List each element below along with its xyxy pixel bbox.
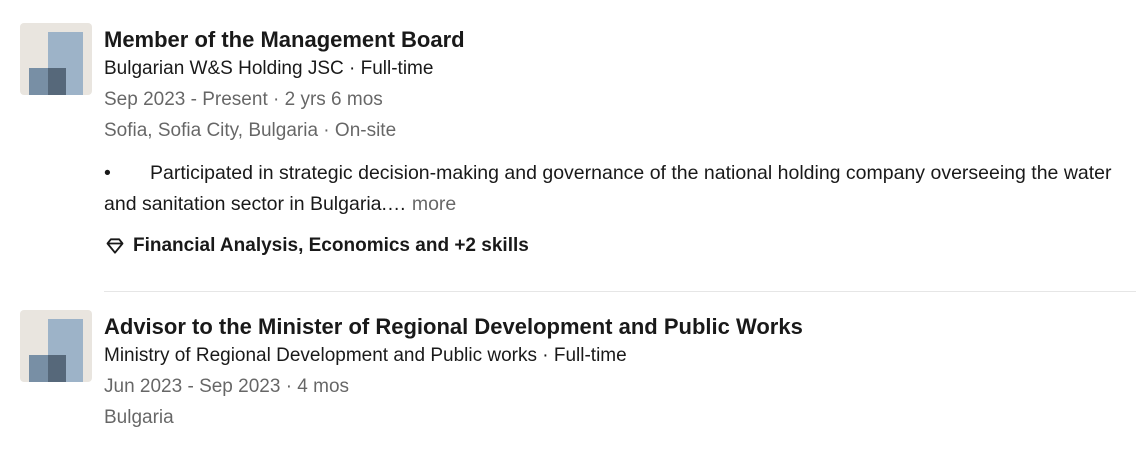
divider: [104, 291, 1136, 292]
diamond-icon: [106, 238, 124, 254]
see-more-button[interactable]: more: [406, 193, 456, 215]
company-logo-icon[interactable]: [20, 310, 92, 382]
date-range: Jun 2023 - Sep 2023 · 4 mos: [104, 376, 350, 397]
experience-details: Member of the Management Board Bulgarian…: [104, 26, 1136, 260]
job-title: Member of the Management Board: [104, 27, 465, 52]
skills-label: Financial Analysis, Economics and +2 ski…: [133, 235, 529, 256]
company-name: Ministry of Regional Development and Pub…: [104, 345, 627, 366]
company-logo-icon[interactable]: [20, 23, 92, 95]
description-bullet: •: [104, 162, 111, 184]
date-range: Sep 2023 - Present · 2 yrs 6 mos: [104, 89, 383, 110]
description-text: Participated in strategic decision-makin…: [104, 162, 1112, 215]
job-title: Advisor to the Minister of Regional Deve…: [104, 314, 803, 339]
location: Sofia, Sofia City, Bulgaria · On-site: [104, 120, 397, 141]
job-description: • Participated in strategic decision-maki…: [104, 158, 1140, 220]
location: Bulgaria: [104, 407, 174, 428]
skills-link[interactable]: Financial Analysis, Economics and +2 ski…: [104, 232, 1136, 260]
experience-details: Advisor to the Minister of Regional Deve…: [104, 313, 1136, 433]
company-name: Bulgarian W&S Holding JSC · Full-time: [104, 58, 434, 79]
